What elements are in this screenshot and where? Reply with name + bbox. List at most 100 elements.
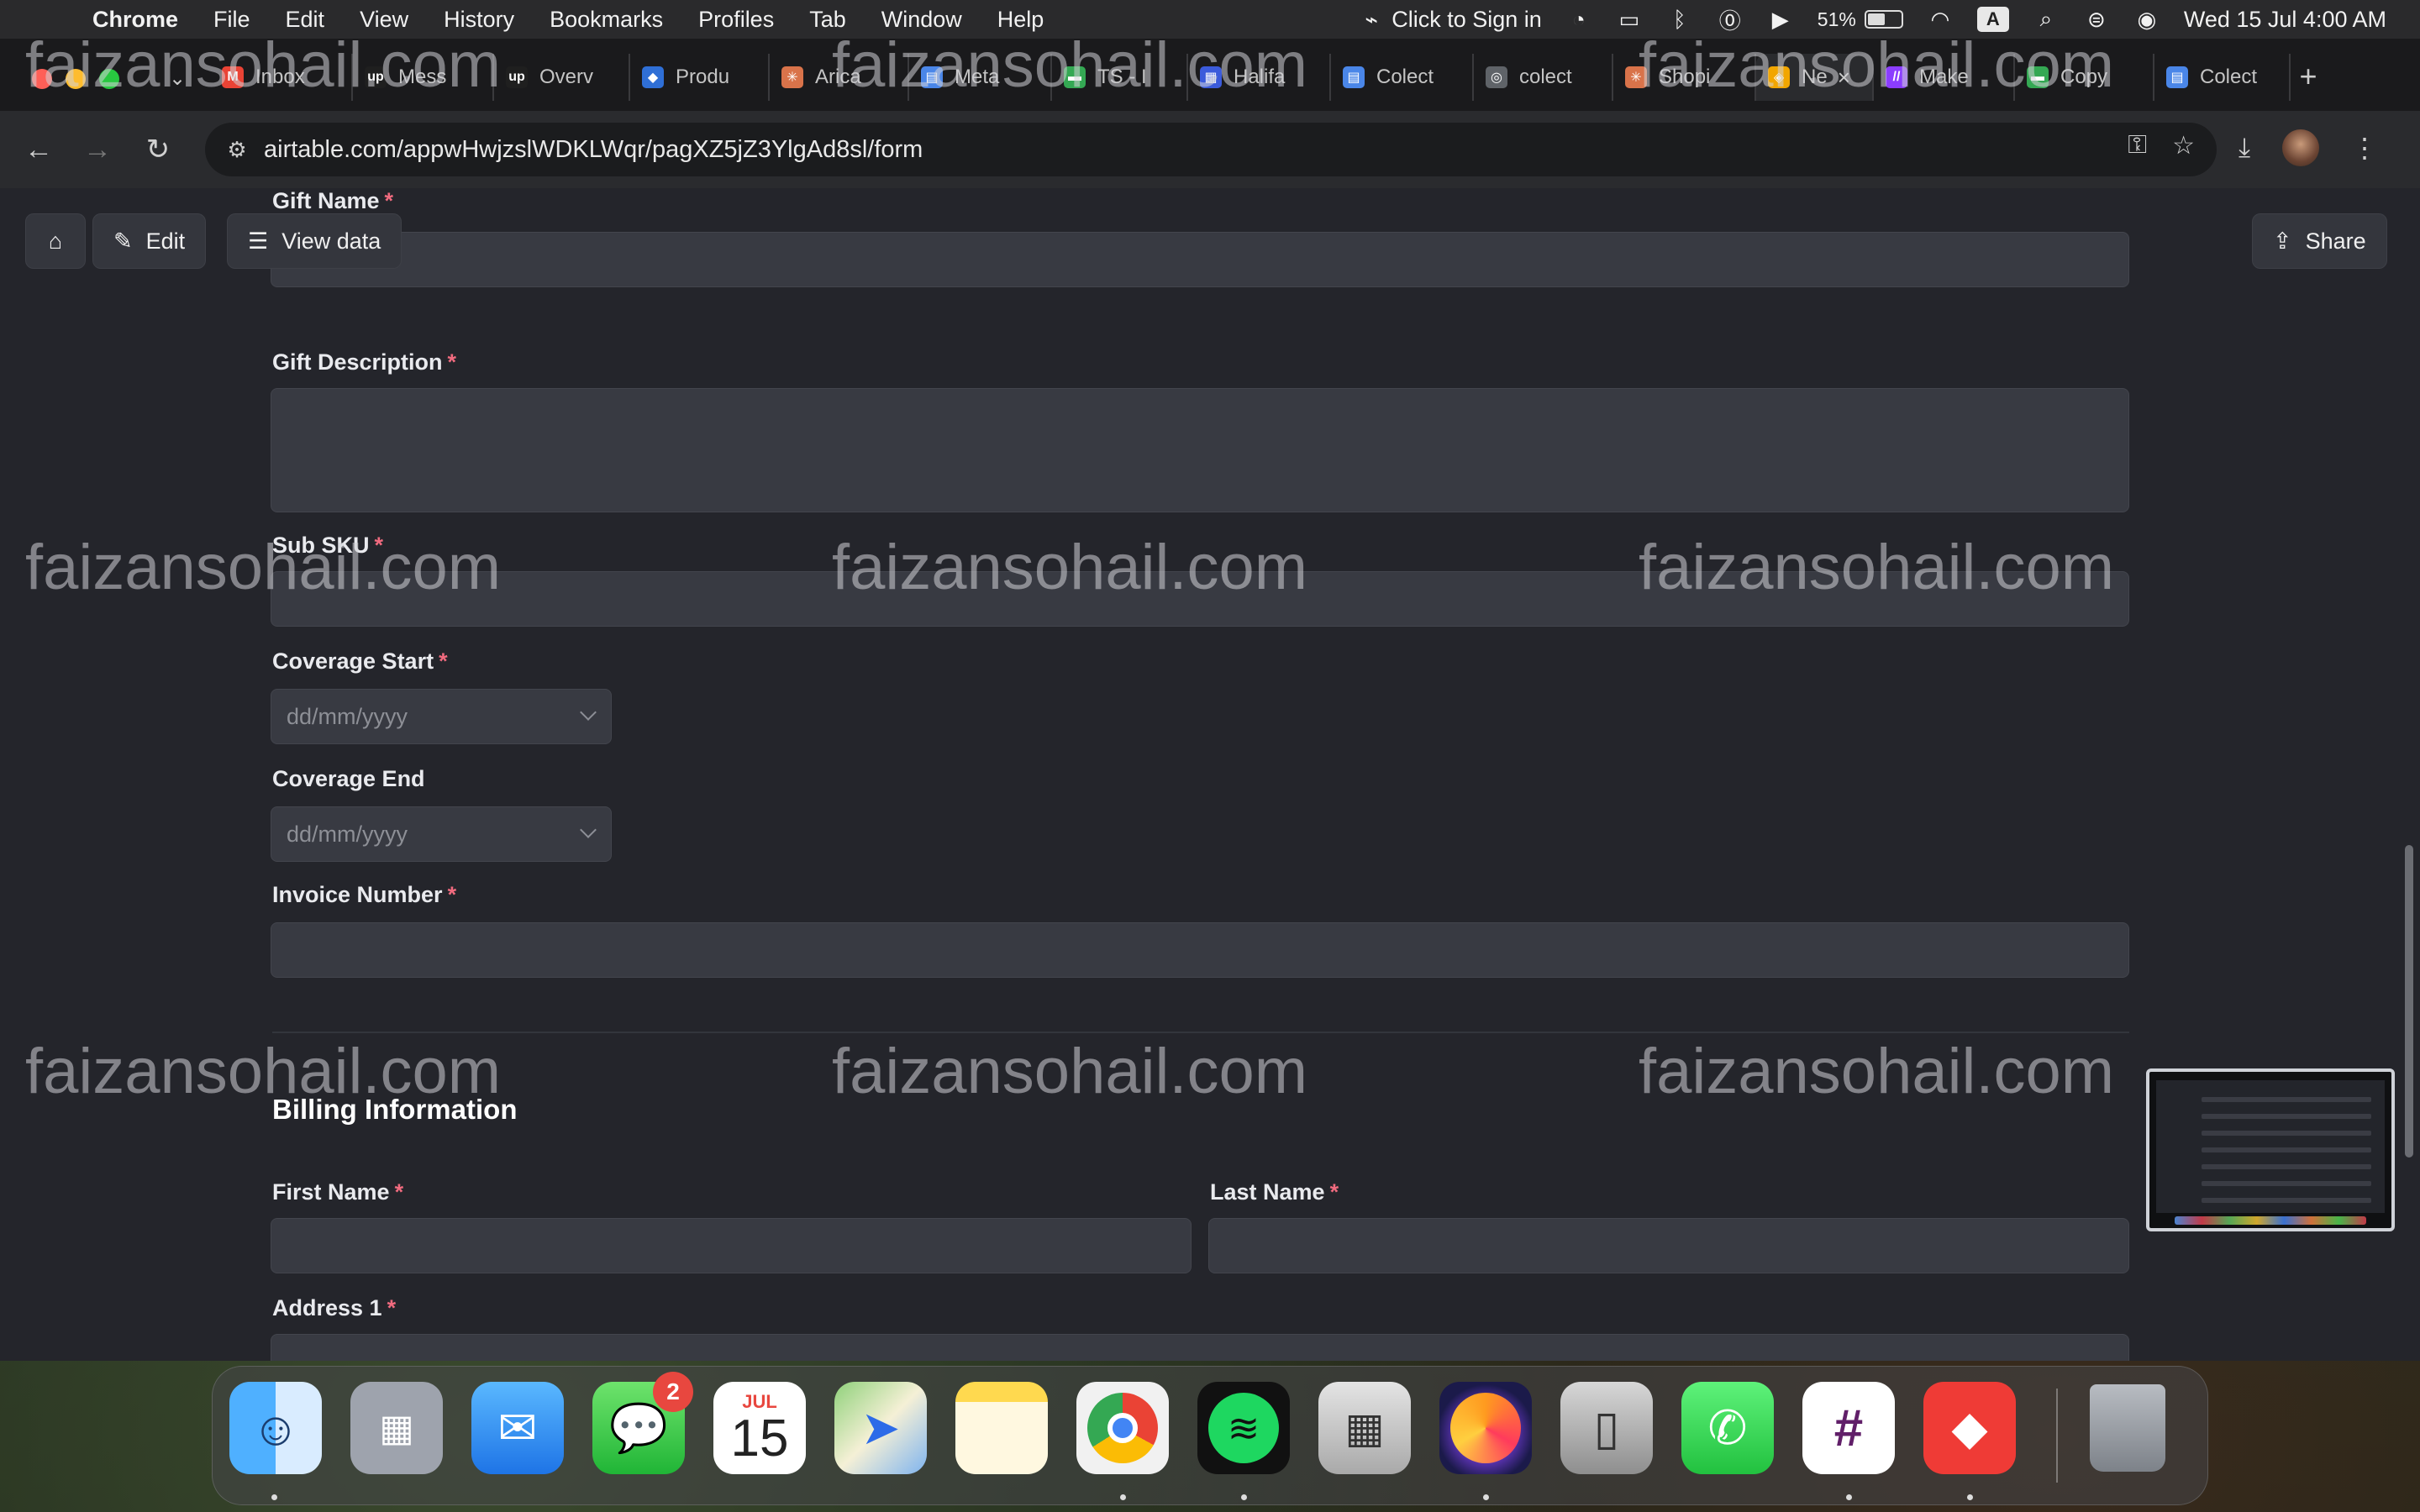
edit-button[interactable]: ✎ Edit xyxy=(92,213,207,269)
menu-bookmarks[interactable]: Bookmarks xyxy=(550,7,663,33)
launchpad-app[interactable]: ▦ xyxy=(350,1382,443,1474)
finder-app[interactable]: ☺ xyxy=(229,1382,322,1474)
address-bar[interactable]: ⚙ airtable.com/appwHwjzslWDKLWqr/pagXZ5j… xyxy=(205,123,2217,176)
back-button[interactable]: ← xyxy=(18,129,59,170)
menu-file[interactable]: File xyxy=(213,7,250,33)
siri-icon[interactable]: ◉ xyxy=(2133,7,2160,32)
menu-view[interactable]: View xyxy=(360,7,408,33)
profile-avatar[interactable] xyxy=(2282,129,2320,166)
gift-name-input[interactable] xyxy=(271,232,2129,287)
forward-button[interactable]: → xyxy=(77,129,118,170)
mail-app[interactable]: ✉ xyxy=(471,1382,564,1474)
wifi-icon[interactable]: ◠ xyxy=(1927,7,1954,32)
chrome-app[interactable] xyxy=(1076,1382,1169,1474)
browser-tab[interactable]: up Overv xyxy=(494,54,630,101)
browser-tab[interactable]: ✳ Arica xyxy=(770,54,909,101)
time-tracker-icon[interactable]: ◔ xyxy=(1565,7,1592,32)
home-button[interactable]: ⌂ xyxy=(25,213,86,269)
chevron-down-icon xyxy=(580,822,597,838)
messages-app[interactable]: 💬 2 xyxy=(592,1372,693,1474)
menu-tab[interactable]: Tab xyxy=(809,7,846,33)
spotlight-search-icon[interactable]: ⌕ xyxy=(2033,6,2060,31)
browser-tab[interactable]: ▬ Copy xyxy=(2015,54,2154,101)
dock-separator xyxy=(2056,1389,2058,1483)
screenshot-thumbnail[interactable] xyxy=(2146,1068,2395,1231)
url-text: airtable.com/appwHwjzslWDKLWqr/pagXZ5jZ3… xyxy=(264,135,923,163)
password-key-icon[interactable]: ⚿ xyxy=(2128,131,2147,160)
invoice-number-input[interactable] xyxy=(271,922,2129,978)
tab-label: Colect xyxy=(2200,66,2258,88)
calendar-app[interactable]: JUL 15 xyxy=(713,1382,806,1474)
firefox-app[interactable] xyxy=(1439,1382,1532,1474)
gift-description-textarea[interactable] xyxy=(271,388,2129,512)
tab-favicon-icon: ◈ xyxy=(1768,66,1790,88)
tab-search-button[interactable]: ⌄ xyxy=(156,59,198,97)
maps-app[interactable]: ➤ xyxy=(834,1382,927,1474)
browser-tab[interactable]: ▤ Meta xyxy=(909,54,1052,101)
browser-tab[interactable]: ✳ Shopi xyxy=(1613,54,1756,101)
firefox-logo-icon xyxy=(1450,1393,1521,1463)
notes-app[interactable] xyxy=(955,1382,1048,1474)
menu-help[interactable]: Help xyxy=(997,7,1044,33)
browser-tab[interactable]: // Make xyxy=(1874,54,2015,101)
bluetooth-icon[interactable]: ᛒ xyxy=(1666,7,1693,32)
address-1-input[interactable] xyxy=(271,1334,2129,1361)
calculator-app[interactable]: ▦ xyxy=(1318,1382,1411,1474)
menu-history[interactable]: History xyxy=(444,7,514,33)
anydesk-app[interactable]: ◆ xyxy=(1923,1382,2016,1474)
zoom-window-button[interactable] xyxy=(99,69,119,89)
reload-icon: ↻ xyxy=(145,134,171,165)
menu-profiles[interactable]: Profiles xyxy=(698,7,774,33)
close-window-button[interactable] xyxy=(32,69,52,89)
menu-edit[interactable]: Edit xyxy=(286,7,325,33)
browser-tab[interactable]: ▬ TS - I xyxy=(1052,54,1188,101)
browser-tab[interactable]: ▤ Colect xyxy=(1331,54,1474,101)
coverage-start-date-picker[interactable]: dd/mm/yyyy xyxy=(271,689,612,744)
coverage-end-date-picker[interactable]: dd/mm/yyyy xyxy=(271,806,612,862)
page-scrollbar[interactable] xyxy=(2405,845,2413,1158)
launchpad-grid-icon: ▦ xyxy=(379,1407,414,1449)
browser-tab[interactable]: ▦ Halifa xyxy=(1188,54,1331,101)
map-pin-icon: ➤ xyxy=(860,1401,901,1454)
menu-clock[interactable]: Wed 15 Jul 4:00 AM xyxy=(2184,7,2386,33)
sub-sku-label: Sub SKU * xyxy=(272,533,384,558)
menu-window[interactable]: Window xyxy=(881,7,962,33)
new-tab-button[interactable]: + xyxy=(2289,59,2328,94)
battery-icon xyxy=(1864,10,1903,29)
iphone-mirroring-app[interactable]: ▯ xyxy=(1560,1382,1653,1474)
close-tab-icon[interactable]: × xyxy=(1838,65,1850,91)
more-menu-icon[interactable]: ⋮ xyxy=(2351,132,2378,164)
browser-tab[interactable]: ▤ Colect xyxy=(2154,54,2291,101)
trash-app[interactable] xyxy=(2081,1382,2174,1474)
display-icon[interactable]: ▭ xyxy=(1616,7,1643,32)
browser-tab[interactable]: ◆ Produ xyxy=(630,54,770,101)
menu-app-name[interactable]: Chrome xyxy=(92,7,178,33)
bookmark-star-icon[interactable]: ☆ xyxy=(2172,131,2195,160)
site-settings-icon[interactable]: ⚙ xyxy=(222,134,252,165)
tab-favicon-icon: // xyxy=(1886,66,1907,88)
battery-status[interactable]: 51% xyxy=(1818,8,1903,31)
whatsapp-phone-icon: ✆ xyxy=(1707,1401,1748,1454)
tab-favicon-icon: ▤ xyxy=(921,66,943,88)
minimize-window-button[interactable] xyxy=(66,69,86,89)
browser-tab[interactable]: ◈ Ne × xyxy=(1756,54,1874,101)
slack-app[interactable]: # xyxy=(1802,1382,1895,1474)
download-icon[interactable]: ⤓ xyxy=(2238,132,2250,164)
sign-in-status[interactable]: ⌁ Click to Sign in xyxy=(1358,7,1541,33)
share-button[interactable]: ⇪ Share xyxy=(2252,213,2387,269)
browser-tab[interactable]: ◎ colect xyxy=(1474,54,1613,101)
play-icon[interactable]: ▶ xyxy=(1767,7,1794,32)
sub-sku-input[interactable] xyxy=(271,571,2129,627)
control-center-icon[interactable]: ⊜ xyxy=(2083,7,2110,32)
reload-button[interactable]: ↻ xyxy=(138,129,178,170)
last-name-input[interactable] xyxy=(1208,1218,2129,1273)
accessibility-icon[interactable]: ⓪ xyxy=(1717,8,1744,34)
tab-favicon-icon: ▬ xyxy=(2027,66,2049,88)
browser-tab[interactable]: M Inbox xyxy=(210,54,353,101)
input-source-icon[interactable]: A xyxy=(1976,7,2009,32)
first-name-input[interactable] xyxy=(271,1218,1192,1273)
whatsapp-app[interactable]: ✆ xyxy=(1681,1382,1774,1474)
browser-tab[interactable]: up Mess xyxy=(353,54,494,101)
spotify-app[interactable]: ≋ xyxy=(1197,1382,1290,1474)
view-data-button[interactable]: ☰ View data xyxy=(227,213,402,269)
